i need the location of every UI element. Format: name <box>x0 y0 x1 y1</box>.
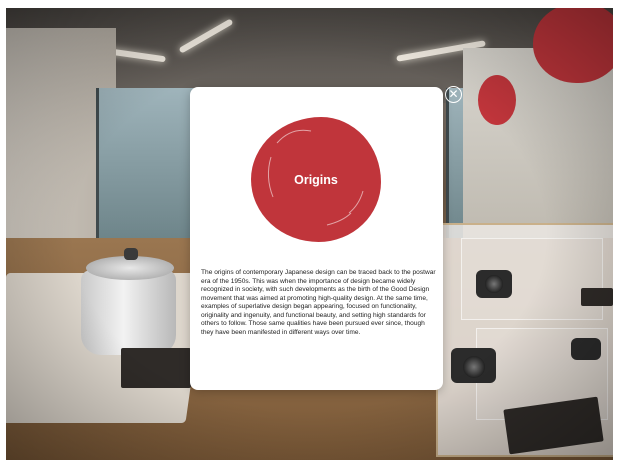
origins-badge: Origins <box>251 117 381 242</box>
modal-body-text: The origins of contemporary Japanese des… <box>201 269 436 336</box>
info-modal: Origins The origins of contemporary Japa… <box>190 87 443 390</box>
close-icon[interactable]: ✕ <box>445 86 462 103</box>
modal-title: Origins <box>294 173 338 187</box>
